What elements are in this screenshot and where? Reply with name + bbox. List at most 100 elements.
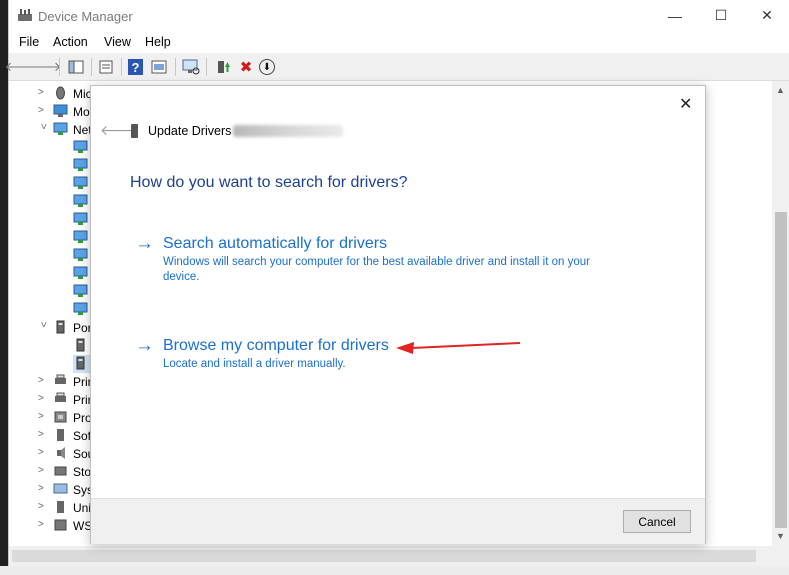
network-adapter-icon: [73, 158, 88, 171]
sound-icon: [57, 447, 65, 459]
help-icon: ?: [131, 59, 140, 75]
background-taskbar-area: [0, 566, 789, 575]
port-icon: [76, 356, 85, 370]
tree-node-label: Pro: [73, 411, 92, 425]
tree-node-label: Prir: [73, 375, 92, 389]
device-icon: [131, 124, 138, 138]
maximize-button[interactable]: ☐: [698, 0, 744, 31]
option-description: Windows will search your computer for th…: [163, 256, 590, 283]
expand-arrow-icon[interactable]: >: [38, 105, 48, 116]
cancel-button[interactable]: Cancel: [623, 510, 691, 533]
port-icon: [56, 320, 65, 334]
tree-node-label: Sto: [73, 465, 92, 479]
properties-button[interactable]: [97, 58, 115, 76]
network-adapter-icon: [73, 248, 88, 261]
maximize-icon: ☐: [714, 7, 728, 23]
toolbar-separator: [206, 58, 207, 76]
tree-node-label: Por: [73, 321, 92, 335]
network-adapter-icon: [73, 266, 88, 279]
expand-arrow-icon[interactable]: >: [38, 411, 48, 422]
collapse-arrow-icon[interactable]: >: [38, 322, 49, 332]
expand-arrow-icon[interactable]: >: [38, 447, 48, 458]
option-title[interactable]: Browse my computer for drivers: [163, 337, 389, 355]
scroll-down-icon[interactable]: ▼: [776, 531, 785, 541]
network-adapter-icon: [53, 122, 68, 135]
tree-node-label: Net: [73, 123, 92, 137]
menu-action[interactable]: Action: [53, 35, 88, 49]
network-adapter-icon: [73, 194, 88, 207]
disable-icon: ⬇: [262, 61, 272, 73]
option-description: Locate and install a driver manually.: [163, 358, 346, 370]
scroll-thumb[interactable]: [775, 212, 787, 528]
dialog-close-icon[interactable]: ✕: [679, 94, 692, 114]
dialog-title: Update Drivers -: [148, 124, 239, 138]
console-tree-icon: [68, 60, 84, 74]
update-drivers-dialog: ✕ 🡐 Update Drivers - How do you want to …: [90, 85, 706, 544]
toolbar-separator: [91, 58, 92, 76]
device-manager-icon: [18, 9, 32, 21]
properties-icon: [99, 60, 113, 74]
device-view-button[interactable]: [150, 58, 168, 76]
expand-arrow-icon[interactable]: >: [38, 429, 48, 440]
menu-view[interactable]: View: [104, 35, 131, 49]
tree-node-label: Uni: [73, 501, 92, 515]
monitor-icon: [53, 104, 68, 117]
forward-button[interactable]: 🡒: [27, 58, 62, 76]
network-adapter-icon: [73, 176, 88, 189]
horizontal-scrollbar[interactable]: [9, 546, 772, 566]
dialog-question: How do you want to search for drivers?: [130, 174, 408, 191]
tree-node-label: Mic: [73, 87, 92, 101]
expand-arrow-icon[interactable]: >: [38, 519, 48, 530]
printer-icon: [55, 392, 66, 402]
tree-node-label: Mo: [73, 105, 90, 119]
option-title[interactable]: Search automatically for drivers: [163, 235, 387, 253]
menu-file[interactable]: File: [19, 35, 39, 49]
menu-help[interactable]: Help: [145, 35, 171, 49]
search-automatically-option[interactable]: → Search automatically for drivers Windo…: [135, 234, 615, 284]
expand-arrow-icon[interactable]: >: [38, 465, 48, 476]
close-button[interactable]: ✕: [744, 0, 789, 31]
close-icon: ✕: [761, 7, 773, 23]
tree-node-label: Sof: [73, 429, 92, 443]
wsd-icon: [54, 519, 67, 531]
disable-button[interactable]: ⬇: [259, 59, 275, 75]
software-device-icon: [57, 429, 64, 441]
scroll-up-icon[interactable]: ▲: [776, 85, 785, 95]
horizontal-scroll-thumb[interactable]: [12, 550, 756, 562]
device-icon: [151, 60, 167, 74]
storage-icon: [54, 466, 67, 476]
update-driver-icon: [218, 61, 230, 73]
minimize-button[interactable]: —: [652, 0, 698, 31]
expand-arrow-icon[interactable]: >: [38, 501, 48, 512]
toolbar-separator: [175, 58, 176, 76]
network-adapter-icon: [73, 230, 88, 243]
network-adapter-icon: [73, 284, 88, 297]
expand-arrow-icon[interactable]: >: [38, 87, 48, 98]
uninstall-icon: ✖: [239, 59, 253, 76]
dialog-footer: Cancel: [91, 498, 705, 544]
network-adapter-icon: [73, 140, 88, 153]
scan-hardware-button[interactable]: [182, 58, 200, 76]
expand-arrow-icon[interactable]: >: [38, 393, 48, 404]
redacted-device-name: [233, 125, 343, 137]
usb-icon: [57, 501, 64, 513]
vertical-scrollbar[interactable]: ▲ ▼: [772, 81, 789, 546]
window-title: Device Manager: [38, 9, 133, 24]
toolbar: 🡐 🡒 ? ✖ ⬇: [5, 53, 789, 81]
uninstall-button[interactable]: ✖: [237, 58, 255, 76]
network-adapter-icon: [73, 212, 88, 225]
title-bar: Device Manager — ☐ ✕: [9, 0, 789, 31]
forward-icon: 🡒: [26, 59, 62, 74]
mouse-icon: [56, 86, 65, 100]
collapse-arrow-icon[interactable]: >: [38, 124, 49, 134]
tree-node-port-child-selected[interactable]: [73, 355, 91, 373]
console-tree-button[interactable]: [67, 58, 85, 76]
browse-computer-option[interactable]: → Browse my computer for drivers Locate …: [135, 336, 615, 372]
expand-arrow-icon[interactable]: >: [38, 483, 48, 494]
menu-bar: File Action View Help: [9, 31, 789, 53]
help-button[interactable]: ?: [128, 59, 143, 75]
expand-arrow-icon[interactable]: >: [38, 375, 48, 386]
scan-hardware-icon: [182, 59, 200, 75]
network-adapter-icon: [73, 302, 88, 315]
update-driver-button[interactable]: [214, 58, 232, 76]
